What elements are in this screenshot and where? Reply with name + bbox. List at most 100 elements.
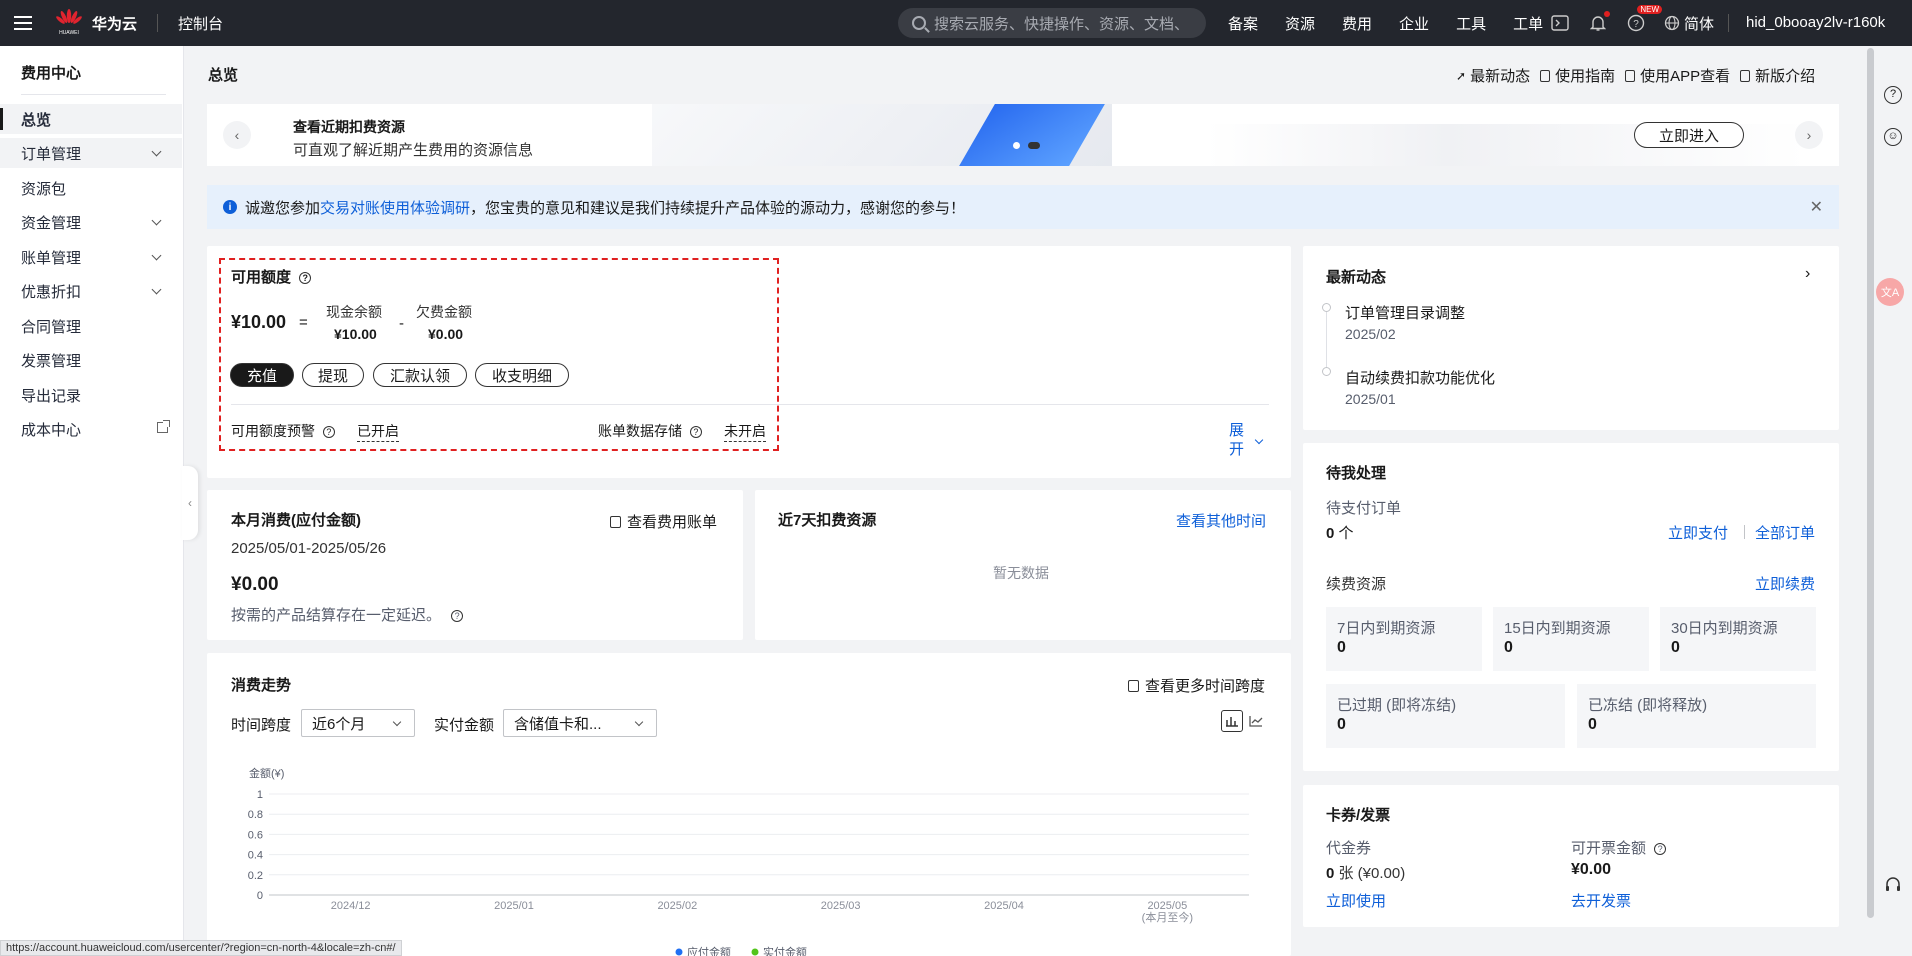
console-link[interactable]: 控制台 [178,13,223,34]
bill-storage-status[interactable]: 未开启 [724,421,766,442]
carousel-dot-active[interactable] [1028,142,1040,149]
frozen-box[interactable]: 已冻结 (即将释放) 0 [1577,684,1816,748]
box-value: 0 [1337,639,1346,656]
legend-label: 应付金额 [687,945,731,956]
user-account[interactable]: hid_0booay2lv-r160k [1746,14,1885,31]
issue-invoice-link[interactable]: 去开发票 [1571,890,1631,911]
invoice-amount-value: ¥0.00 [1571,861,1612,878]
view-bill-link[interactable]: 查看费用账单 [610,511,717,532]
search-input[interactable]: 搜索云服务、快捷操作、资源、文档、 [898,8,1206,38]
nav-beian[interactable]: 备案 [1228,13,1258,34]
box-label: 已过期 (即将冻结) [1337,697,1457,714]
help-icon[interactable]: ? [322,426,335,439]
nav-enterprise[interactable]: 企业 [1399,13,1429,34]
sidebar-item-cost-center[interactable]: 成本中心 [0,414,182,444]
transaction-details-button[interactable]: 收支明细 [475,363,569,387]
terminal-icon[interactable] [1550,13,1570,33]
news-item-date: 2025/02 [1345,326,1396,342]
smiley-feedback-icon[interactable]: ☺ [1884,128,1902,146]
expired-box[interactable]: 已过期 (即将冻结) 0 [1326,684,1565,748]
search-icon [912,16,926,30]
expiring-30d-box[interactable]: 30日内到期资源 0 [1660,607,1816,671]
use-coupon-link[interactable]: 立即使用 [1326,890,1386,911]
banner-next-button[interactable]: › [1795,121,1823,149]
bar-chart-toggle[interactable] [1221,710,1243,732]
sidebar-item-label: 优惠折扣 [21,283,82,301]
new-version-link[interactable]: 新版介绍 [1740,65,1815,86]
sidebar-item-discounts[interactable]: 优惠折扣 [0,276,182,306]
y-tick-label: 0.2 [248,870,263,882]
debt-amount-label: 欠费金额 [416,304,472,320]
help-icon[interactable]: ? [689,426,702,439]
box-value: 0 [1504,639,1513,656]
news-item-title[interactable]: 自动续费扣款功能优化 [1345,367,1495,388]
nav-tickets[interactable]: 工单 [1513,13,1543,34]
help-icon[interactable]: ? [1654,843,1667,856]
news-item-date: 2025/01 [1345,391,1396,407]
todo-title: 待我处理 [1326,465,1387,482]
sidebar-item-orders[interactable]: 订单管理 [0,138,182,168]
app-view-link[interactable]: 使用APP查看 [1625,65,1730,86]
menu-icon[interactable] [0,0,46,46]
sidebar-item-funds[interactable]: 资金管理 [0,207,182,237]
language-switcher[interactable]: 简体 [1664,13,1714,34]
nav-billing[interactable]: 费用 [1342,13,1372,34]
help-icon[interactable]: ? [451,610,464,623]
withdraw-button[interactable]: 提现 [302,363,364,387]
remittance-claim-button[interactable]: 汇款认领 [373,363,467,387]
chevron-right-icon[interactable]: › [1805,265,1810,283]
sidebar-item-overview[interactable]: 总览 [0,104,182,134]
nav-resources[interactable]: 资源 [1285,13,1315,34]
renew-now-link[interactable]: 立即续费 [1755,573,1815,594]
time-span-select[interactable]: 近6个月 [301,709,415,737]
survey-link[interactable]: 交易对账使用体验调研 [320,197,470,218]
user-guide-link[interactable]: 使用指南 [1540,65,1615,86]
help-icon[interactable]: ? [1884,86,1902,104]
headset-icon[interactable] [1884,876,1902,894]
latest-news-title: 最新动态 [1326,269,1387,286]
spend-trend-title: 消费走势 [231,677,292,694]
latest-news-link[interactable]: ➚ 最新动态 [1456,65,1530,86]
view-more-timespan-link[interactable]: 查看更多时间跨度 [1128,675,1265,696]
monthly-spend-title: 本月消费(应付金额) [231,512,361,529]
paid-amount-select[interactable]: 含储值卡和... [503,709,657,737]
pay-now-link[interactable]: 立即支付 [1668,522,1728,543]
help-icon[interactable]: ? NEW [1626,5,1662,33]
y-tick-label: 0.4 [248,850,263,862]
chevron-left-icon: ‹ [188,496,192,510]
enter-now-button[interactable]: 立即进入 [1634,122,1744,148]
box-label: 15日内到期资源 [1504,620,1611,637]
chevron-down-icon [634,717,644,727]
time-span-label: 时间跨度 [231,717,292,734]
empty-state: 暂无数据 [993,565,1049,581]
recharge-button[interactable]: 充值 [230,363,294,387]
expiring-15d-box[interactable]: 15日内到期资源 0 [1493,607,1649,671]
sidebar-item-label: 订单管理 [21,145,82,163]
sidebar-item-exports[interactable]: 导出记录 [0,380,182,410]
all-orders-link[interactable]: 全部订单 [1755,522,1815,543]
banner-prev-button[interactable]: ‹ [223,121,251,149]
y-axis-label: 金额(¥) [249,766,284,780]
send-icon: ➚ [1456,68,1467,83]
bell-icon[interactable] [1588,11,1610,33]
view-other-time-link[interactable]: 查看其他时间 [1176,510,1266,531]
expiring-7d-box[interactable]: 7日内到期资源 0 [1326,607,1482,671]
sidebar-item-bills[interactable]: 账单管理 [0,242,182,272]
nav-tools[interactable]: 工具 [1456,13,1486,34]
help-icon[interactable]: ? [299,272,312,285]
sidebar-item-packages[interactable]: 资源包 [0,173,182,203]
sidebar-item-contracts[interactable]: 合同管理 [0,311,182,341]
huawei-cloud-logo[interactable]: HUAWEI 华为云 [54,8,137,38]
translate-icon[interactable]: 文A [1876,278,1904,306]
chevron-left-icon: ‹ [234,127,240,143]
line-chart-icon [1249,716,1263,727]
line-chart-toggle[interactable] [1245,710,1267,732]
sidebar-item-invoices[interactable]: 发票管理 [0,345,182,375]
carousel-dot[interactable] [1013,142,1020,149]
credit-alert-status[interactable]: 已开启 [357,421,399,442]
sidebar-collapse-button[interactable]: ‹ [182,466,198,540]
expand-label: 展 [1229,422,1245,439]
close-icon[interactable]: ✕ [1810,197,1823,217]
expand-button[interactable]: 展开 [1229,421,1264,459]
news-item-title[interactable]: 订单管理目录调整 [1345,302,1465,323]
